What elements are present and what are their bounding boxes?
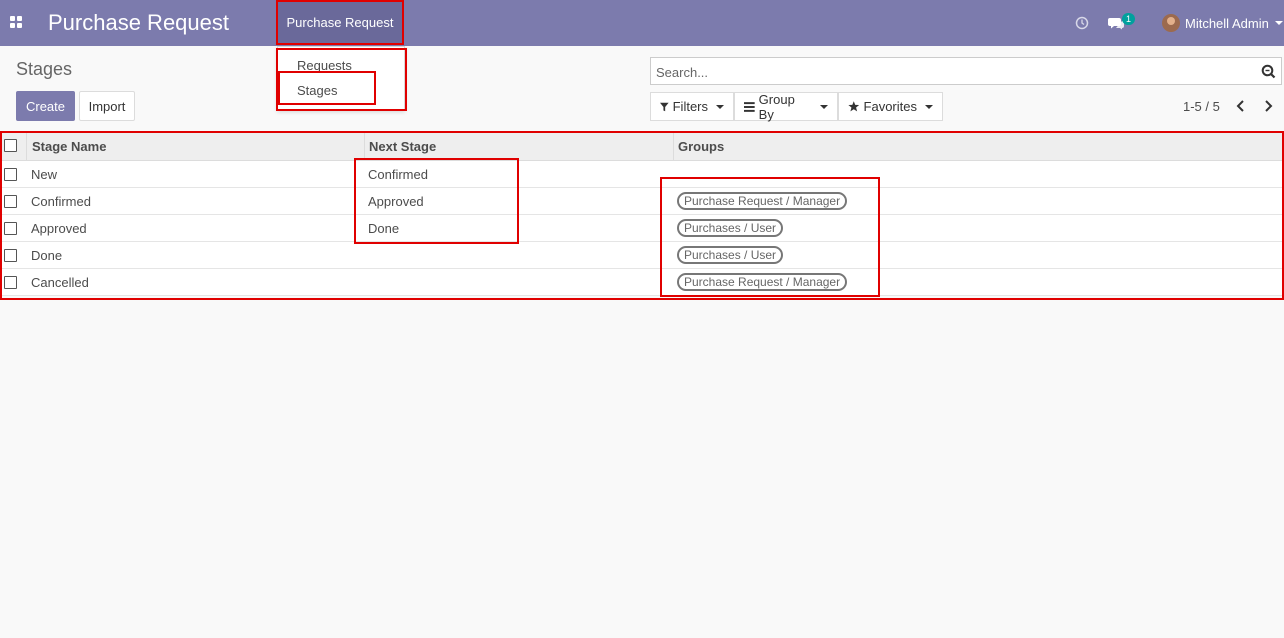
import-button[interactable]: Import	[79, 91, 135, 121]
avatar	[1162, 14, 1180, 32]
apps-menu-icon[interactable]	[10, 16, 22, 28]
search-box	[650, 57, 1282, 85]
list-icon	[744, 101, 755, 112]
chevron-down-icon	[925, 104, 933, 109]
filters-label: Filters	[672, 99, 708, 114]
star-icon	[848, 101, 860, 112]
annotation-box-next-stage	[354, 158, 519, 244]
group-by-label: Group By	[758, 91, 795, 122]
messaging-button[interactable]: 1	[1108, 0, 1136, 46]
clock-icon	[1075, 16, 1089, 30]
annotation-box-stages	[278, 71, 376, 105]
chevron-left-icon[interactable]	[1234, 98, 1248, 114]
app-brand[interactable]: Purchase Request	[48, 10, 229, 36]
annotation-box-table	[0, 131, 1284, 300]
favorites-button[interactable]: Favorites	[838, 92, 943, 121]
user-menu[interactable]: Mitchell Admin	[1162, 0, 1283, 46]
chevron-down-icon	[1274, 21, 1283, 25]
search-input[interactable]	[656, 63, 1246, 81]
filter-icon	[660, 102, 669, 111]
top-navbar: Purchase Request Purchase Request 1 Mitc…	[0, 0, 1284, 46]
filters-button[interactable]: Filters	[650, 92, 734, 121]
pager-value[interactable]: 1-5 / 5	[1183, 99, 1220, 114]
search-icon[interactable]	[1261, 64, 1276, 79]
chevron-right-icon[interactable]	[1261, 98, 1275, 114]
annotation-box-groups	[660, 177, 880, 297]
page-title: Stages	[16, 59, 73, 79]
annotation-box-menu	[276, 0, 404, 45]
chat-counter-badge: 1	[1122, 13, 1136, 25]
activity-button[interactable]	[1075, 0, 1089, 46]
chevron-down-icon	[716, 104, 724, 109]
group-by-button[interactable]: Group By	[734, 91, 838, 122]
favorites-label: Favorites	[863, 99, 917, 114]
create-button[interactable]: Create	[16, 91, 75, 121]
chevron-down-icon	[820, 104, 828, 109]
user-name: Mitchell Admin	[1185, 15, 1269, 31]
